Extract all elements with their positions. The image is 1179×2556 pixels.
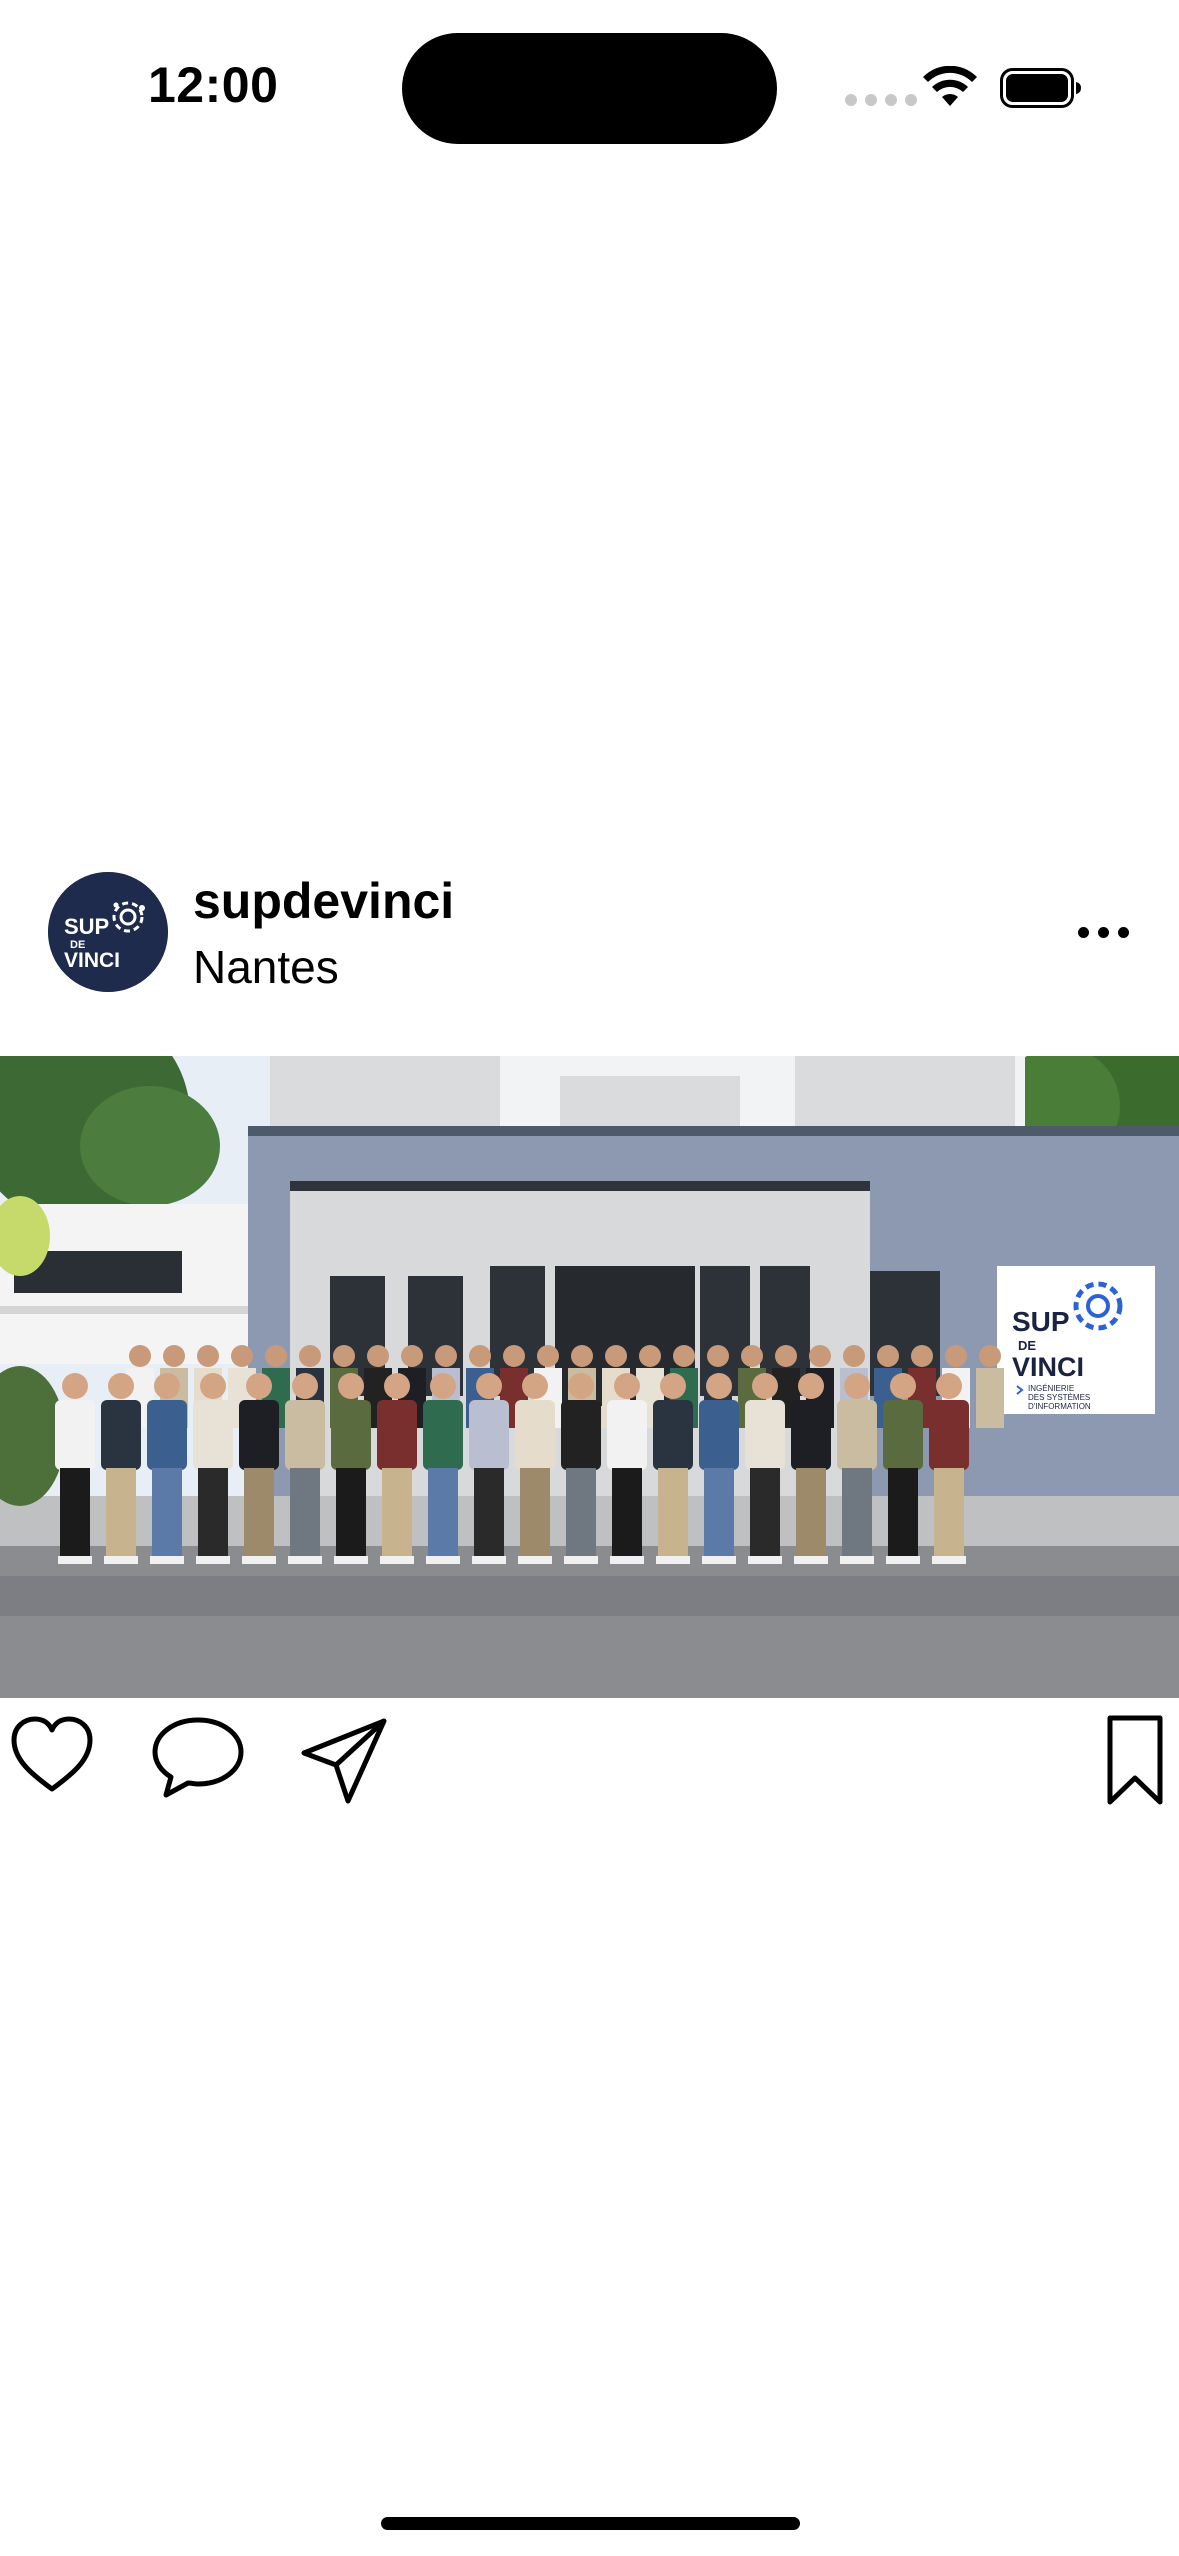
signal-icon [845,94,917,106]
dynamic-island [402,33,777,144]
post-username[interactable]: supdevinci [193,872,454,930]
more-dot-icon [1117,926,1129,938]
save-button[interactable] [1106,1714,1164,1806]
comment-button[interactable] [150,1715,246,1799]
svg-text:VINCI: VINCI [64,949,120,972]
svg-text:SUP: SUP [1012,1306,1070,1337]
svg-text:DE: DE [1018,1338,1036,1353]
wifi-icon [923,66,977,106]
more-dot-icon [1097,926,1109,938]
svg-text:SUP: SUP [64,914,109,939]
home-indicator [381,2517,800,2530]
svg-text:DES SYSTÈMES: DES SYSTÈMES [1028,1393,1090,1402]
svg-text:D'INFORMATION: D'INFORMATION [1028,1402,1091,1411]
more-options-button[interactable] [1070,912,1136,952]
svg-text:VINCI: VINCI [1012,1352,1084,1382]
post-image[interactable]: SUP DE VINCI INGÉNIERIE DES SYSTÈMES D'I… [0,1056,1179,1698]
status-time: 12:00 [148,57,279,113]
share-button[interactable] [298,1715,390,1807]
like-button[interactable] [10,1715,94,1795]
svg-text:INGÉNIERIE: INGÉNIERIE [1028,1384,1074,1393]
post-location[interactable]: Nantes [193,940,339,994]
avatar[interactable]: SUP DE VINCI [48,872,168,992]
more-dot-icon [1077,926,1089,938]
supdevinci-logo-icon: SUP DE VINCI [48,872,168,992]
post-header: SUP DE VINCI supdevinci Nantes [0,868,1179,998]
battery-icon [1000,68,1081,108]
